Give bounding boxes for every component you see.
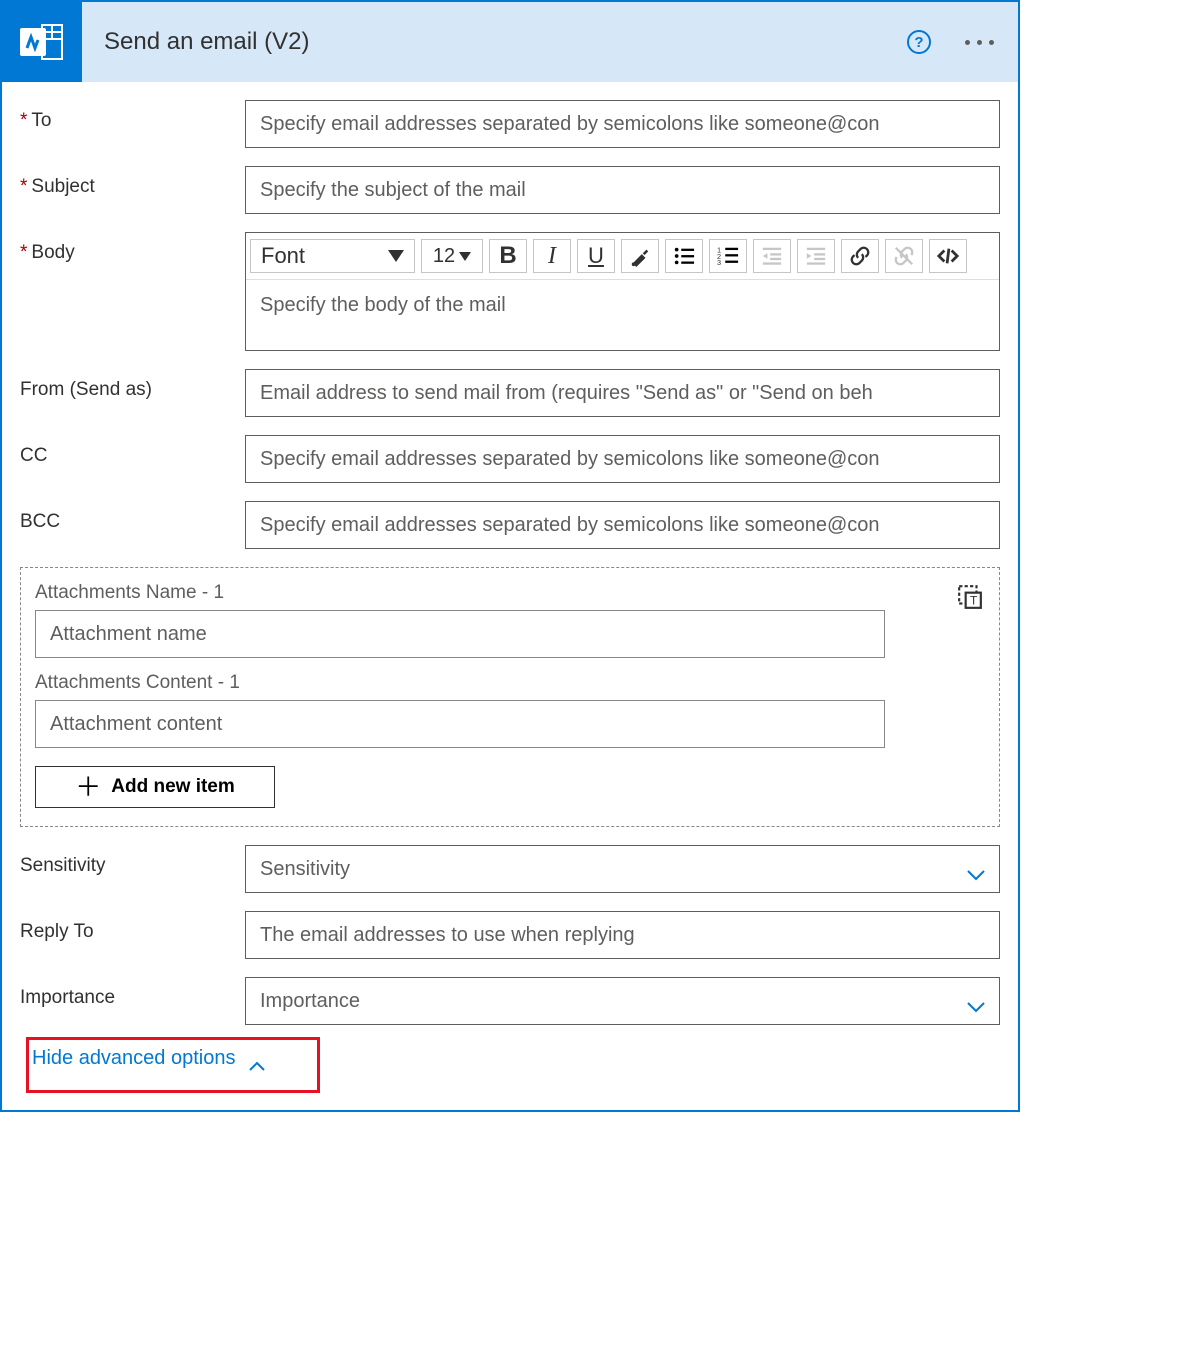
hide-advanced-options-link[interactable]: Hide advanced options — [28, 1037, 269, 1080]
unlink-button[interactable] — [885, 239, 923, 273]
card-header: Send an email (V2) ? — [2, 2, 1018, 82]
attachment-name-input[interactable] — [35, 610, 885, 658]
editor-toolbar: Font 12 B I U — [246, 233, 999, 280]
switch-array-icon[interactable]: T — [955, 582, 985, 617]
chevron-down-icon — [967, 864, 985, 875]
indent-button[interactable] — [797, 239, 835, 273]
bullet-list-button[interactable] — [665, 239, 703, 273]
sensitivity-label: Sensitivity — [20, 845, 235, 877]
svg-text:3: 3 — [717, 258, 721, 267]
link-button[interactable] — [841, 239, 879, 273]
body-label: *Body — [20, 232, 235, 264]
color-picker-button[interactable] — [621, 239, 659, 273]
cc-input[interactable] — [245, 435, 1000, 483]
add-attachment-button[interactable]: ＋ Add new item — [35, 766, 275, 808]
attachments-section: Attachments Name - 1 T Attachments Conte… — [20, 567, 1000, 827]
attachment-content-label: Attachments Content - 1 — [35, 672, 985, 694]
font-size-selector[interactable]: 12 — [421, 239, 483, 273]
bcc-label: BCC — [20, 501, 235, 533]
subject-label: *Subject — [20, 166, 235, 198]
from-label: From (Send as) — [20, 369, 235, 401]
code-view-button[interactable] — [929, 239, 967, 273]
form-body: *To *Subject *Body Font — [2, 82, 1018, 1110]
outdent-button[interactable] — [753, 239, 791, 273]
underline-button[interactable]: U — [577, 239, 615, 273]
importance-select[interactable]: Importance — [245, 977, 1000, 1025]
sensitivity-select[interactable]: Sensitivity — [245, 845, 1000, 893]
from-input[interactable] — [245, 369, 1000, 417]
cc-label: CC — [20, 435, 235, 467]
bcc-input[interactable] — [245, 501, 1000, 549]
body-editor: Font 12 B I U — [245, 232, 1000, 351]
reply-to-input[interactable] — [245, 911, 1000, 959]
svg-text:T: T — [970, 594, 977, 608]
bold-button[interactable]: B — [489, 239, 527, 273]
numbered-list-button[interactable]: 123 — [709, 239, 747, 273]
action-card: Send an email (V2) ? *To *Subject *Body — [0, 0, 1020, 1112]
subject-input[interactable] — [245, 166, 1000, 214]
chevron-up-icon — [249, 1054, 265, 1064]
to-label: *To — [20, 100, 235, 132]
reply-to-label: Reply To — [20, 911, 235, 943]
header-actions: ? — [907, 30, 1018, 54]
card-title: Send an email (V2) — [82, 28, 907, 56]
font-selector[interactable]: Font — [250, 239, 415, 273]
importance-label: Importance — [20, 977, 235, 1009]
attachment-name-label: Attachments Name - 1 — [35, 582, 955, 604]
outlook-icon — [2, 2, 82, 82]
italic-button[interactable]: I — [533, 239, 571, 273]
more-menu-icon[interactable] — [961, 34, 998, 51]
body-input[interactable]: Specify the body of the mail — [246, 280, 999, 350]
chevron-down-icon — [967, 996, 985, 1007]
help-icon[interactable]: ? — [907, 30, 931, 54]
plus-icon: ＋ — [75, 774, 101, 800]
to-input[interactable] — [245, 100, 1000, 148]
attachment-content-input[interactable] — [35, 700, 885, 748]
